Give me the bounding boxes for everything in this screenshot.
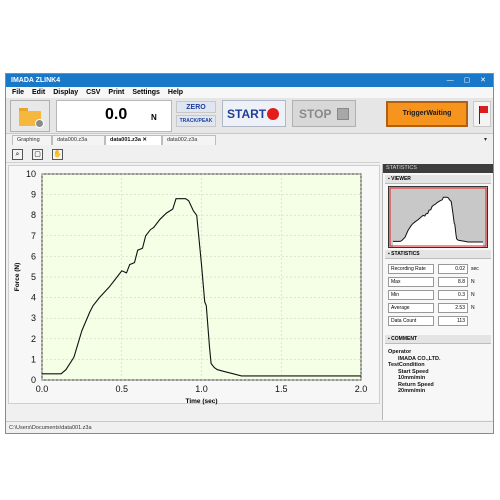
- menu-print[interactable]: Print: [108, 87, 124, 98]
- y-tick-label: 3: [31, 313, 36, 323]
- track-peak-button[interactable]: TRACK/PEAK: [176, 115, 216, 127]
- menu-bar: File Edit Display CSV Print Settings Hel…: [6, 87, 493, 98]
- tab-close-icon[interactable]: ✕: [142, 137, 147, 143]
- stat-value: 113: [438, 316, 468, 326]
- menu-display[interactable]: Display: [53, 87, 78, 98]
- statistics-label: STATISTICS: [391, 251, 420, 257]
- viewer-svg: [389, 187, 487, 247]
- stat-row: Max 8.8 N: [388, 277, 494, 287]
- tab-label: data002.z3a: [167, 137, 198, 143]
- y-axis-label: Force (N): [14, 263, 21, 292]
- stop-label: STOP: [299, 107, 332, 121]
- viewer-area: [393, 197, 483, 247]
- y-tick-label: 7: [31, 231, 36, 241]
- red-flag-icon: [480, 106, 488, 113]
- readout-unit: N: [151, 113, 157, 122]
- record-dot-icon: [267, 108, 279, 120]
- x-tick-label: 0.5: [115, 384, 128, 394]
- readout-value: 0.0: [105, 106, 128, 123]
- stat-value: 2.53: [438, 303, 468, 313]
- menu-csv[interactable]: CSV: [86, 87, 100, 98]
- start-label: START: [227, 107, 267, 121]
- disc-icon: [35, 119, 44, 128]
- stat-value: 0.02: [438, 264, 468, 274]
- stat-row: Data Count 113: [388, 316, 494, 326]
- status-bar: C:\Users\Documents\data001.z3a: [6, 421, 493, 433]
- stat-unit: N: [471, 279, 475, 285]
- start-button[interactable]: START: [222, 100, 286, 127]
- tab-data000[interactable]: data000.z3a: [52, 135, 105, 145]
- title-bar: IMADA ZLINK4 — ▢ ✕: [6, 74, 493, 87]
- comment-section-header[interactable]: ▪ COMMENT: [385, 335, 491, 344]
- stat-label: Average: [388, 303, 434, 313]
- menu-edit[interactable]: Edit: [32, 87, 45, 98]
- window-title: IMADA ZLINK4: [11, 77, 61, 84]
- stat-value: 0.3: [438, 290, 468, 300]
- y-tick-label: 9: [31, 190, 36, 200]
- y-tick-label: 4: [31, 293, 36, 303]
- statistics-section-header[interactable]: ▪ STATISTICS: [385, 250, 491, 259]
- y-tick-label: 8: [31, 210, 36, 220]
- comment-label: COMMENT: [391, 336, 418, 342]
- y-tick-label: 2: [31, 334, 36, 344]
- zoom-icon[interactable]: ⌕: [12, 149, 23, 160]
- file-path: C:\Users\Documents\data001.z3a: [9, 425, 92, 431]
- tab-label: data000.z3a: [57, 137, 88, 143]
- chart-toolbar: ⌕ ▢ ✋: [6, 146, 380, 163]
- stat-value: 8.8: [438, 277, 468, 287]
- stat-label: Data Count: [388, 316, 434, 326]
- trigger-waiting-button[interactable]: TriggerWaiting: [386, 101, 468, 127]
- panel-header: STATISTICS: [383, 164, 493, 173]
- x-tick-label: 2.0: [355, 384, 368, 394]
- tab-scroll-arrow-icon[interactable]: ▾: [484, 136, 487, 143]
- x-tick-label: 0.0: [36, 384, 49, 394]
- tab-data001[interactable]: data001.z3a ✕: [105, 135, 162, 145]
- file-tabs: Graphing data000.z3a data001.z3a ✕ data0…: [6, 135, 493, 145]
- tab-graphing[interactable]: Graphing: [12, 135, 52, 145]
- stat-row: Average 2.53 N: [388, 303, 494, 313]
- x-tick-label: 1.5: [275, 384, 288, 394]
- fit-view-icon[interactable]: ▢: [32, 149, 43, 160]
- stat-unit: sec: [471, 266, 479, 272]
- y-tick-label: 0: [31, 375, 36, 385]
- stat-unit: N: [471, 292, 475, 298]
- menu-settings[interactable]: Settings: [132, 87, 160, 98]
- comment-text: Operator IMADA CO.,LTD. TestCondition St…: [388, 349, 492, 395]
- pan-hand-icon[interactable]: ✋: [52, 149, 63, 160]
- tab-label: data001.z3a: [110, 137, 141, 143]
- stat-row: Recording Rate 0.02 sec: [388, 264, 494, 274]
- force-readout: 0.0 N: [56, 100, 172, 132]
- window-controls[interactable]: — ▢ ✕: [447, 74, 490, 87]
- plot-area: [41, 173, 362, 381]
- comment-line: 20mm/min: [398, 388, 426, 394]
- force-time-chart[interactable]: 0.0 0.5 1.0 1.5 2.0 0 1 2 3 4 5 6 7 8 9 10 Time (sec) For…: [8, 165, 380, 405]
- viewer-label: VIEWER: [391, 176, 411, 182]
- app-window: IMADA ZLINK4 — ▢ ✕ File Edit Display CSV…: [5, 73, 494, 434]
- x-tick-label: 1.0: [195, 384, 208, 394]
- stat-row: Min 0.3 N: [388, 290, 494, 300]
- y-tick-label: 10: [26, 169, 36, 179]
- toolbar: 0.0 N ZERO TRACK/PEAK START STOP Trigger…: [6, 98, 493, 134]
- y-tick-label: 1: [31, 354, 36, 364]
- open-folder-button[interactable]: [10, 100, 50, 132]
- viewer-section-header[interactable]: ▪ VIEWER: [385, 175, 491, 184]
- menu-help[interactable]: Help: [168, 87, 183, 98]
- menu-file[interactable]: File: [12, 87, 24, 98]
- tab-label: Graphing: [17, 137, 40, 143]
- x-axis-label: Time (sec): [185, 398, 217, 405]
- statistics-panel: STATISTICS ▪ VIEWER ▪ STATISTICS Recordi…: [382, 164, 494, 420]
- stat-label: Min: [388, 290, 434, 300]
- stat-unit: N: [471, 305, 475, 311]
- flag-button[interactable]: [473, 101, 491, 127]
- stat-label: Recording Rate: [388, 264, 434, 274]
- y-tick-label: 6: [31, 251, 36, 261]
- tab-data002[interactable]: data002.z3a: [162, 135, 216, 145]
- y-tick-label: 5: [31, 272, 36, 282]
- stop-square-icon: [337, 108, 349, 120]
- chart-svg: 0.0 0.5 1.0 1.5 2.0 0 1 2 3 4 5 6 7 8 9 10 Time (sec) For…: [14, 169, 368, 405]
- stop-button[interactable]: STOP: [292, 100, 356, 127]
- viewer-thumbnail[interactable]: [388, 186, 488, 248]
- stat-label: Max: [388, 277, 434, 287]
- zero-button[interactable]: ZERO: [176, 101, 216, 113]
